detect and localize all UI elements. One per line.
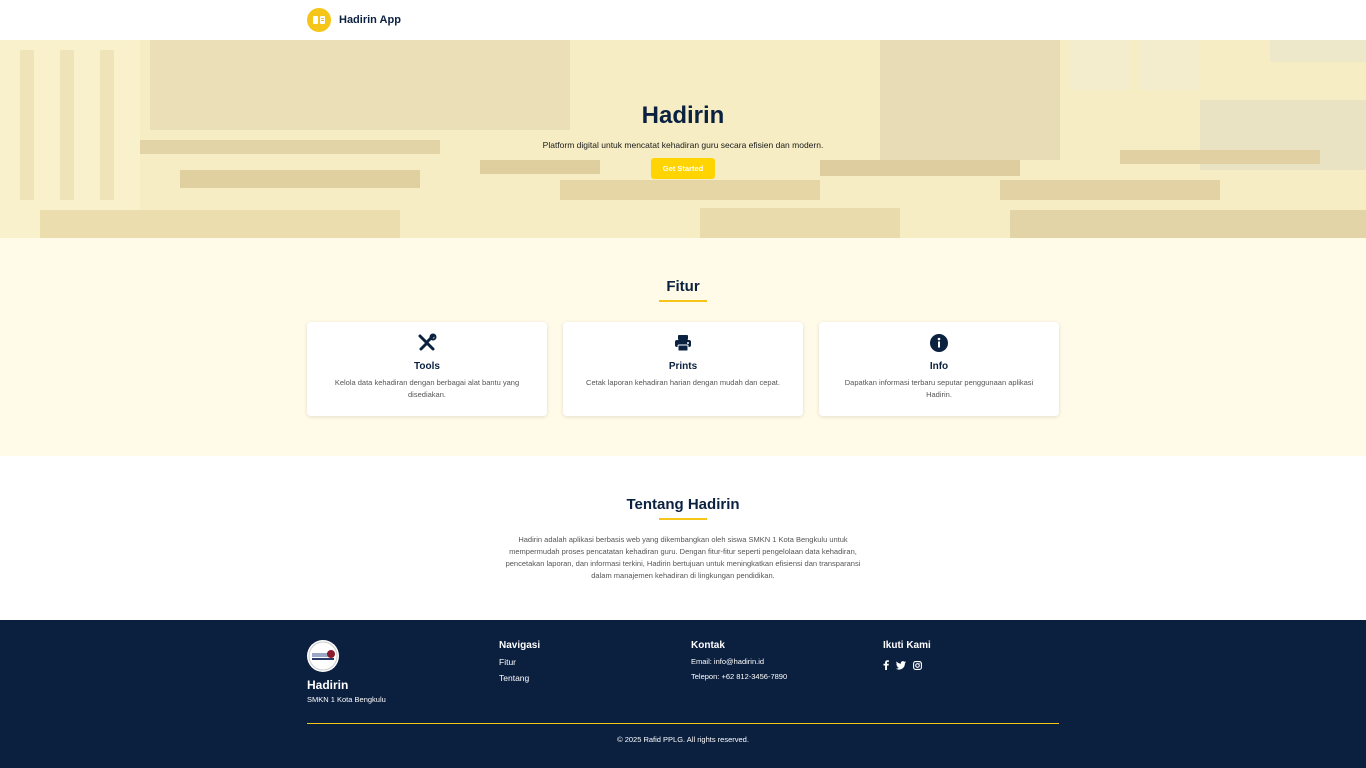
title-underline — [659, 518, 707, 520]
feature-desc: Kelola data kehadiran dengan berbagai al… — [334, 378, 520, 399]
footer-divider — [307, 723, 1059, 724]
footer-brand: Hadirin — [307, 678, 349, 692]
title-underline — [659, 300, 707, 302]
footer-social-column: Ikuti Kami — [883, 640, 931, 675]
feature-card-info: Info Dapatkan informasi terbaru seputar … — [819, 322, 1059, 416]
footer-contact-column: Kontak Email: info@hadirin.id Telepon: +… — [691, 640, 787, 681]
features-title: Fitur — [666, 278, 700, 295]
footer-school: SMKN 1 Kota Bengkulu — [307, 695, 386, 704]
feature-title: Info — [929, 361, 949, 372]
feature-title: Tools — [414, 361, 440, 372]
copyright-text: © 2025 Rafid PPLG. All rights reserved. — [617, 735, 749, 744]
brand-name: Hadirin App — [339, 14, 401, 26]
footer-contact-title: Kontak — [691, 640, 725, 651]
about-text: Hadirin adalah aplikasi berbasis web yan… — [505, 535, 861, 580]
twitter-icon[interactable] — [896, 657, 906, 675]
about-title: Tentang Hadirin — [626, 496, 740, 513]
school-logo-icon — [307, 640, 339, 672]
hero-title: Hadirin — [641, 102, 725, 129]
social-links — [883, 657, 931, 675]
about-section: Tentang Hadirin Hadirin adalah aplikasi … — [0, 456, 1366, 620]
footer-nav-column: Navigasi Fitur Tentang — [499, 640, 540, 683]
book-icon — [307, 8, 331, 32]
instagram-icon[interactable] — [913, 657, 922, 675]
feature-card-prints: Prints Cetak laporan kehadiran harian de… — [563, 322, 803, 416]
info-icon — [819, 333, 1059, 353]
navbar: Hadirin App — [0, 0, 1366, 40]
get-started-button[interactable]: Get Started — [650, 158, 716, 179]
footer: Hadirin SMKN 1 Kota Bengkulu Navigasi Fi… — [0, 620, 1366, 768]
footer-nav-title: Navigasi — [499, 640, 541, 651]
feature-card-tools: Tools Kelola data kehadiran dengan berba… — [307, 322, 547, 416]
hero-content: Hadirin Platform digital untuk mencatat … — [0, 102, 1366, 179]
tools-icon — [307, 333, 547, 353]
footer-phone: Telepon: +62 812-3456-7890 — [691, 672, 788, 681]
footer-social-title: Ikuti Kami — [883, 640, 931, 651]
footer-link-fitur[interactable]: Fitur — [499, 657, 540, 667]
feature-title: Prints — [668, 361, 698, 372]
footer-brand-column: Hadirin SMKN 1 Kota Bengkulu — [307, 640, 386, 704]
footer-email: Email: info@hadirin.id — [691, 657, 765, 666]
features-section: Fitur Tools Kelola data kehadiran dengan… — [0, 238, 1366, 456]
footer-link-tentang[interactable]: Tentang — [499, 673, 540, 683]
printer-icon — [563, 333, 803, 353]
hero-section: Hadirin Platform digital untuk mencatat … — [0, 40, 1366, 238]
facebook-icon[interactable] — [883, 657, 889, 675]
hero-subtitle: Platform digital untuk mencatat kehadira… — [542, 140, 824, 150]
feature-desc: Cetak laporan kehadiran harian dengan mu… — [586, 378, 780, 387]
brand-link[interactable]: Hadirin App — [307, 8, 401, 32]
feature-cards: Tools Kelola data kehadiran dengan berba… — [307, 322, 1059, 416]
feature-desc: Dapatkan informasi terbaru seputar pengg… — [844, 378, 1034, 399]
